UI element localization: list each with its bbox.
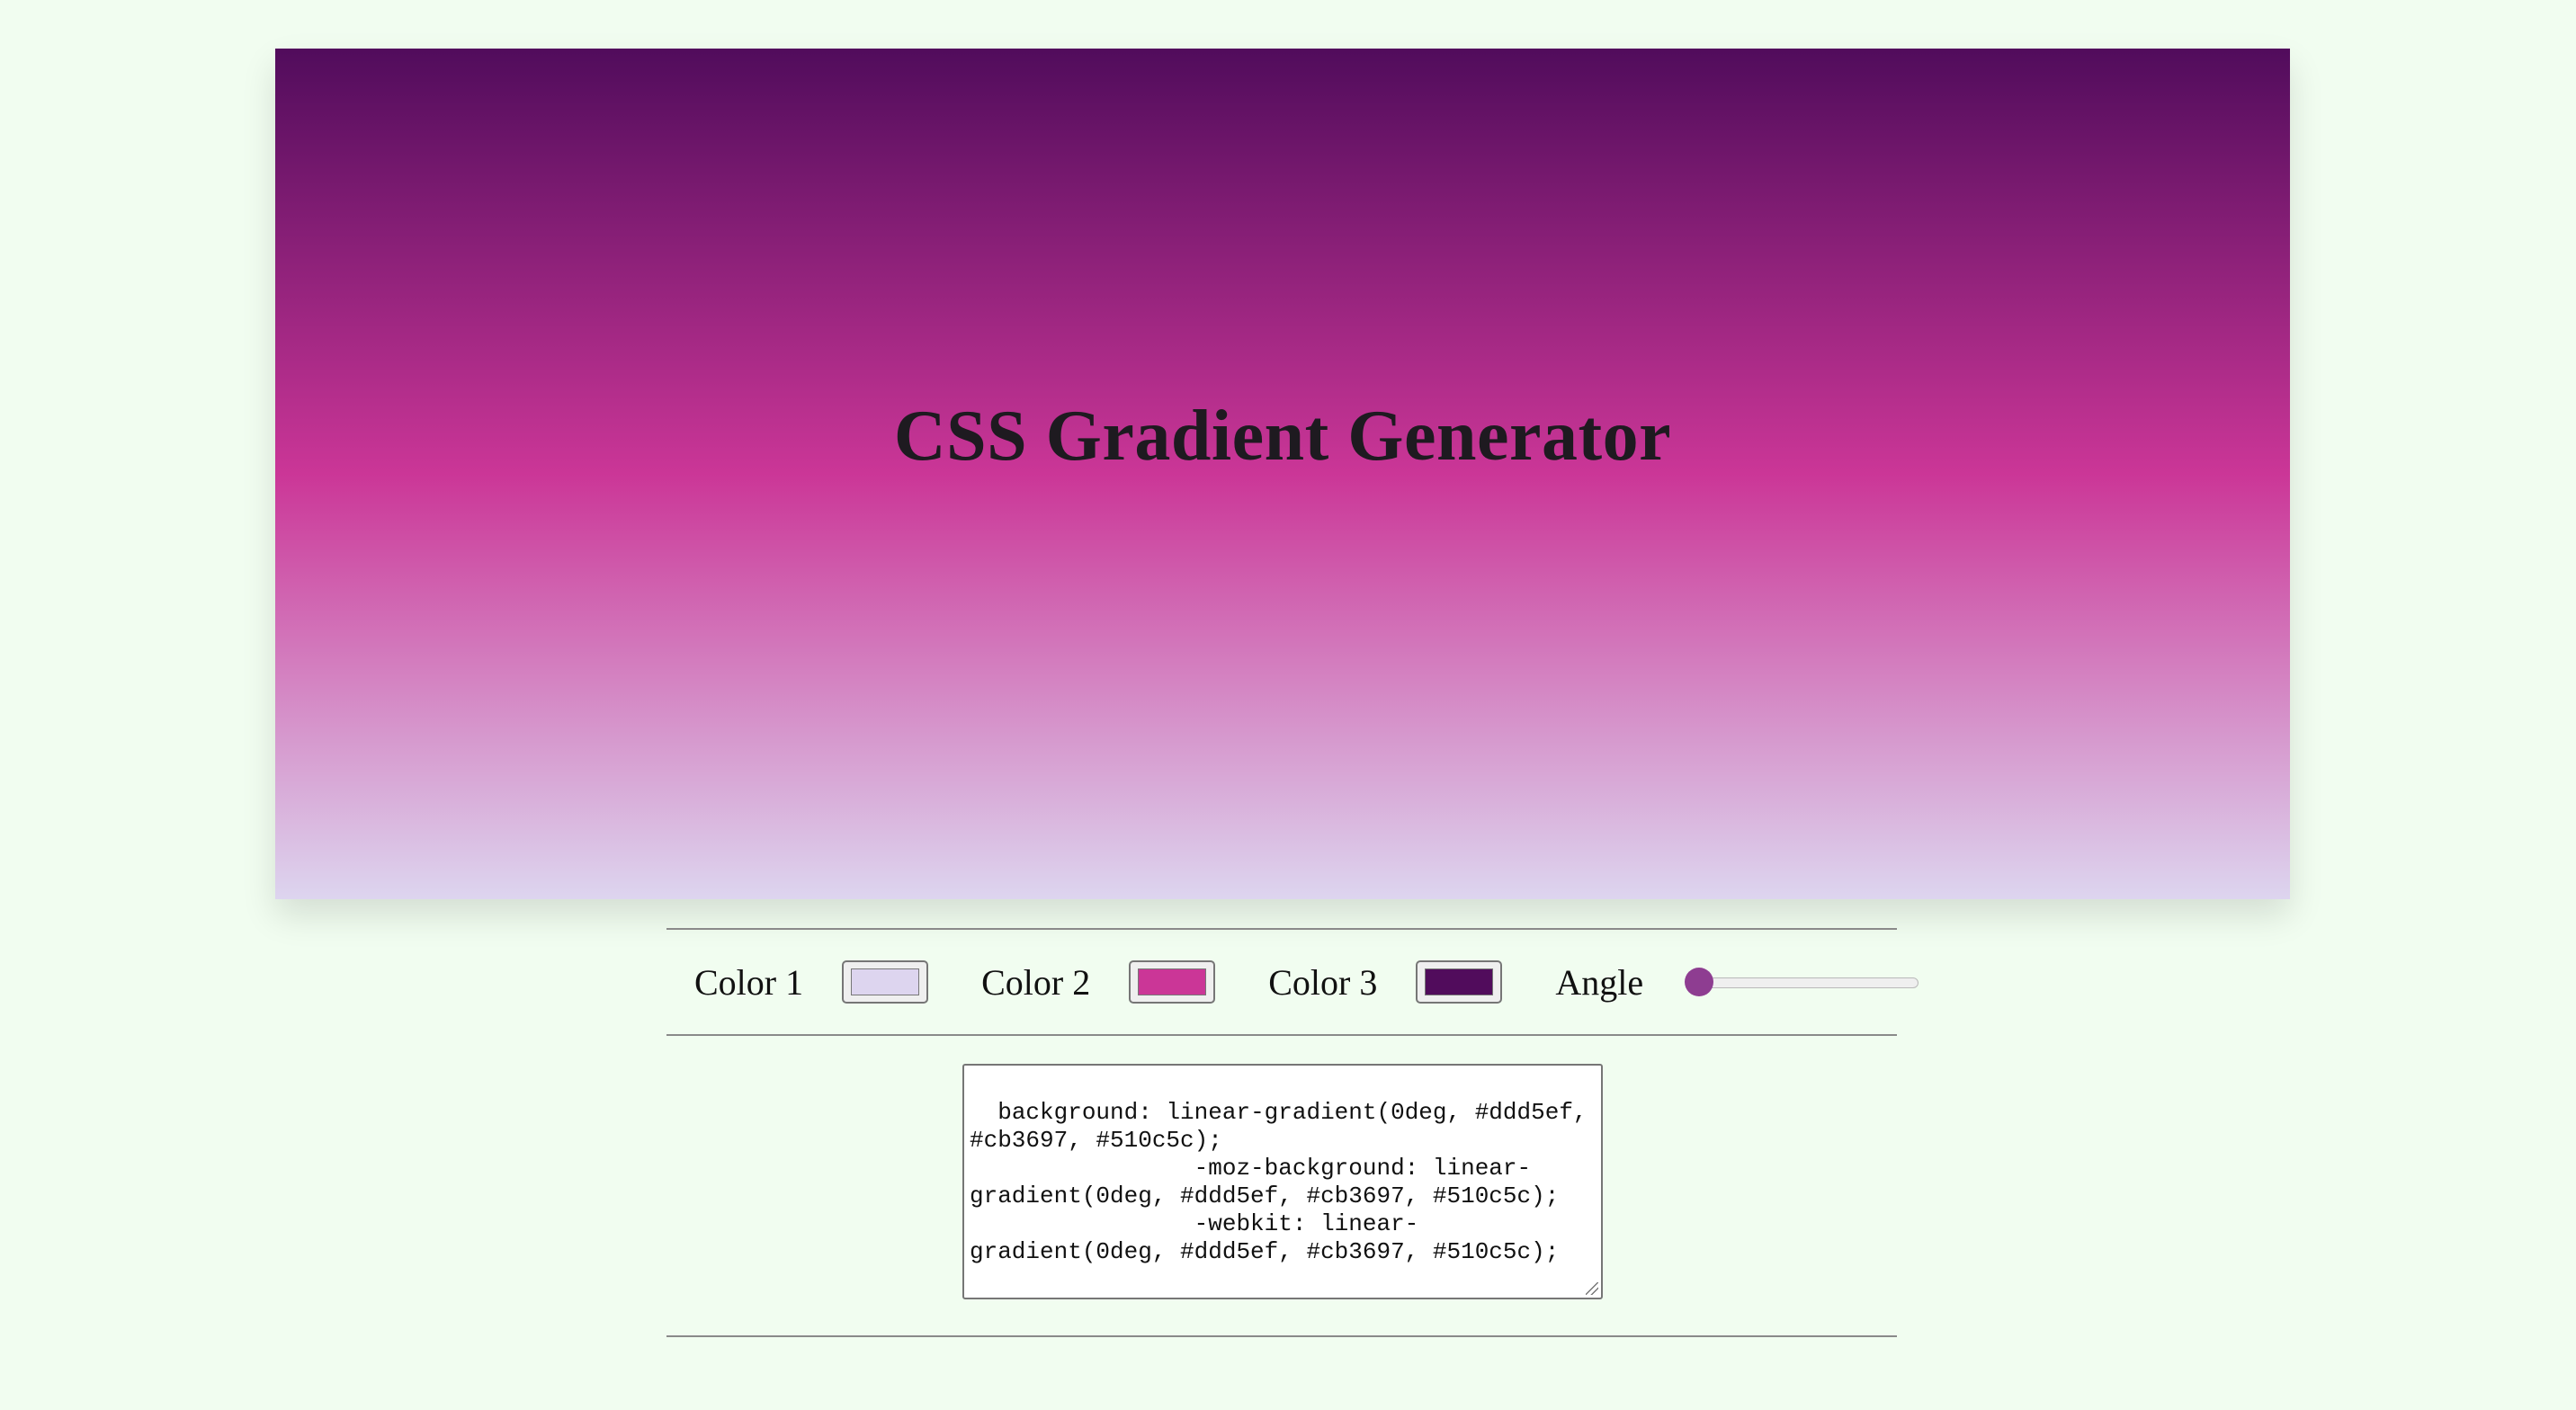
page-title: CSS Gradient Generator xyxy=(893,396,1672,476)
angle-label: Angle xyxy=(1555,961,1644,1003)
color2-label: Color 2 xyxy=(981,961,1091,1003)
color1-label: Color 1 xyxy=(694,961,804,1003)
css-output-text: background: linear-gradient(0deg, #ddd5e… xyxy=(970,1099,1588,1265)
gradient-preview: CSS Gradient Generator xyxy=(275,49,2290,899)
color2-picker[interactable] xyxy=(1129,960,1216,1004)
divider-middle xyxy=(666,1034,1897,1036)
color2-swatch xyxy=(1138,968,1207,995)
gradient-controls: Color 1 Color 2 Color 3 Angle xyxy=(666,930,1926,1034)
color1-picker[interactable] xyxy=(842,960,929,1004)
divider-bottom xyxy=(666,1335,1897,1337)
color1-swatch xyxy=(851,968,920,995)
color3-label: Color 3 xyxy=(1268,961,1378,1003)
color3-swatch xyxy=(1425,968,1494,995)
color3-picker[interactable] xyxy=(1416,960,1503,1004)
angle-slider[interactable] xyxy=(1685,964,1919,1000)
angle-slider-track[interactable] xyxy=(1688,977,1919,988)
angle-slider-thumb[interactable] xyxy=(1685,968,1714,996)
css-output-textarea[interactable]: background: linear-gradient(0deg, #ddd5e… xyxy=(962,1064,1603,1299)
resize-handle-icon[interactable] xyxy=(1586,1282,1598,1295)
